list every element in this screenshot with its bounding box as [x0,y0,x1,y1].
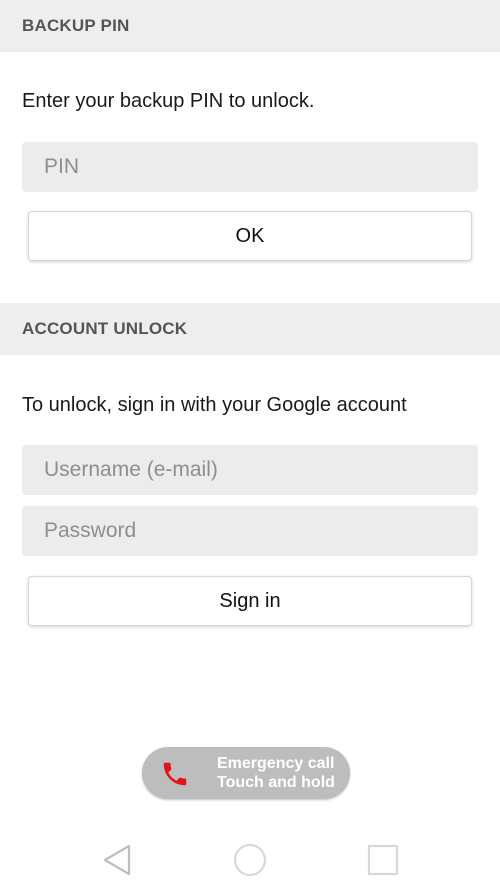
back-triangle-icon[interactable] [100,842,136,878]
backup-pin-instruction: Enter your backup PIN to unlock. [22,90,315,112]
recents-square-icon[interactable] [365,842,401,878]
phone-icon [163,762,187,786]
backup-pin-header: BACKUP PIN [0,0,500,52]
account-unlock-header: ACCOUNT UNLOCK [0,303,500,355]
account-unlock-instruction: To unlock, sign in with your Google acco… [22,394,407,416]
lock-screen: BACKUP PIN Enter your backup PIN to unlo… [0,0,500,888]
navigation-bar [0,828,500,888]
emergency-call-text: Emergency call Touch and hold [217,754,337,792]
ok-button[interactable]: OK [28,211,472,261]
touch-and-hold-label: Touch and hold [217,774,335,791]
username-field[interactable] [22,445,478,495]
pin-field[interactable] [22,142,478,192]
emergency-call-button[interactable]: Emergency call Touch and hold [142,747,350,799]
pin-input[interactable] [44,155,478,179]
password-field[interactable] [22,506,478,556]
sign-in-button[interactable]: Sign in [28,576,472,626]
username-input[interactable] [44,458,478,482]
emergency-call-label: Emergency call [217,755,335,772]
home-circle-icon[interactable] [232,842,268,878]
password-input[interactable] [44,519,478,543]
